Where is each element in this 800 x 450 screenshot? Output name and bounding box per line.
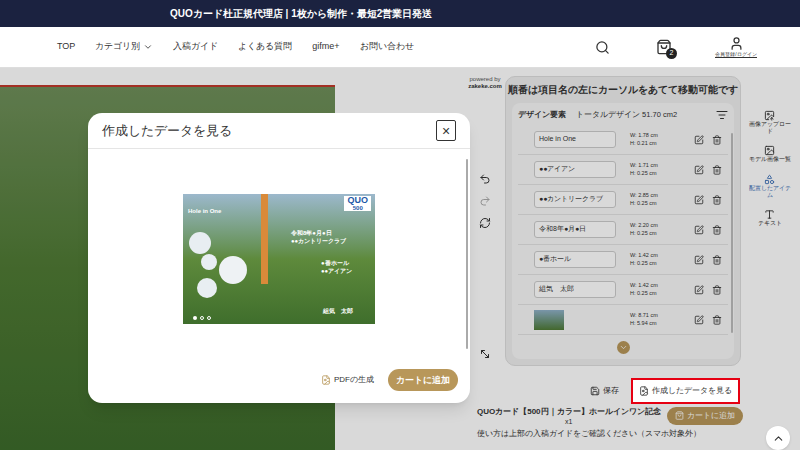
preview-brand: QUO500 — [344, 196, 371, 211]
cart-button[interactable]: 2 — [656, 39, 672, 55]
pdf-icon — [321, 375, 331, 385]
modal-scrollbar — [466, 159, 468, 349]
preview-line: 令和8年●月●日 — [291, 230, 332, 238]
modal-footer: PDFの生成 カートに追加 — [88, 369, 470, 403]
preview-name: 組気 太郎 — [323, 307, 353, 316]
nav-item[interactable]: TOP — [57, 40, 75, 54]
account-button[interactable]: 会員登録/ログイン — [718, 36, 754, 59]
page-dot[interactable] — [207, 316, 211, 320]
cart-badge: 2 — [666, 48, 677, 59]
top-bar: QUOカード杜正規代理店 | 1枚から制作・最短2営業日発送 — [0, 0, 800, 27]
preview-line: ●●アイアン — [321, 268, 352, 276]
header: TOP カテゴリ別 入稿ガイド よくある質問 gifme+ お問い合わせ 2 会員登録/ログイ… — [0, 27, 800, 68]
nav-item[interactable]: よくある質問 — [238, 40, 292, 54]
preview-line: ●●カントリークラブ — [291, 238, 346, 246]
top-bar-text: QUOカード杜正規代理店 | 1枚から制作・最短2営業日発送 — [170, 6, 432, 21]
nav-item[interactable]: gifme+ — [312, 40, 339, 54]
user-icon — [729, 36, 744, 51]
nav: TOP カテゴリ別 入稿ガイド よくある質問 gifme+ お問い合わせ — [57, 40, 414, 54]
modal-body: Hole in One QUO500 令和8年●月●日●●カントリークラブ ●番ホール… — [88, 149, 470, 369]
view-data-button[interactable]: 作成したデータを見る — [631, 378, 740, 404]
pdf-button[interactable]: PDFの生成 — [321, 374, 374, 386]
modal-header: 作成したデータを見る × — [88, 113, 470, 149]
preview-line: ●番ホール — [321, 260, 349, 268]
modal-add-to-cart-button[interactable]: カートに追加 — [388, 369, 458, 391]
chevron-up-icon — [772, 432, 785, 445]
preview-modal: 作成したデータを見る × Hole in One QUO500 令和8年●月●日●●カン… — [88, 113, 470, 403]
nav-item[interactable]: お問い合わせ — [360, 40, 414, 54]
modal-title: 作成したデータを見る — [102, 121, 232, 141]
page-dot[interactable] — [200, 316, 204, 320]
nav-item[interactable]: 入稿ガイド — [173, 40, 218, 54]
page-dots — [193, 316, 211, 320]
scroll-top-button[interactable] — [766, 426, 790, 450]
flag-pole — [261, 194, 268, 284]
preview-title: Hole in One — [188, 207, 221, 216]
page-dot[interactable] — [193, 316, 197, 320]
view-data-icon — [639, 386, 649, 396]
close-button[interactable]: × — [436, 120, 456, 141]
card-preview: Hole in One QUO500 令和8年●月●日●●カントリークラブ ●番ホール… — [183, 194, 375, 324]
chevron-down-icon — [143, 42, 153, 52]
search-icon[interactable] — [595, 40, 610, 55]
nav-item[interactable]: カテゴリ別 — [95, 40, 153, 54]
page: QUOカード杜正規代理店 | 1枚から制作・最短2営業日発送 TOP カテゴリ別 入稿… — [0, 0, 800, 450]
